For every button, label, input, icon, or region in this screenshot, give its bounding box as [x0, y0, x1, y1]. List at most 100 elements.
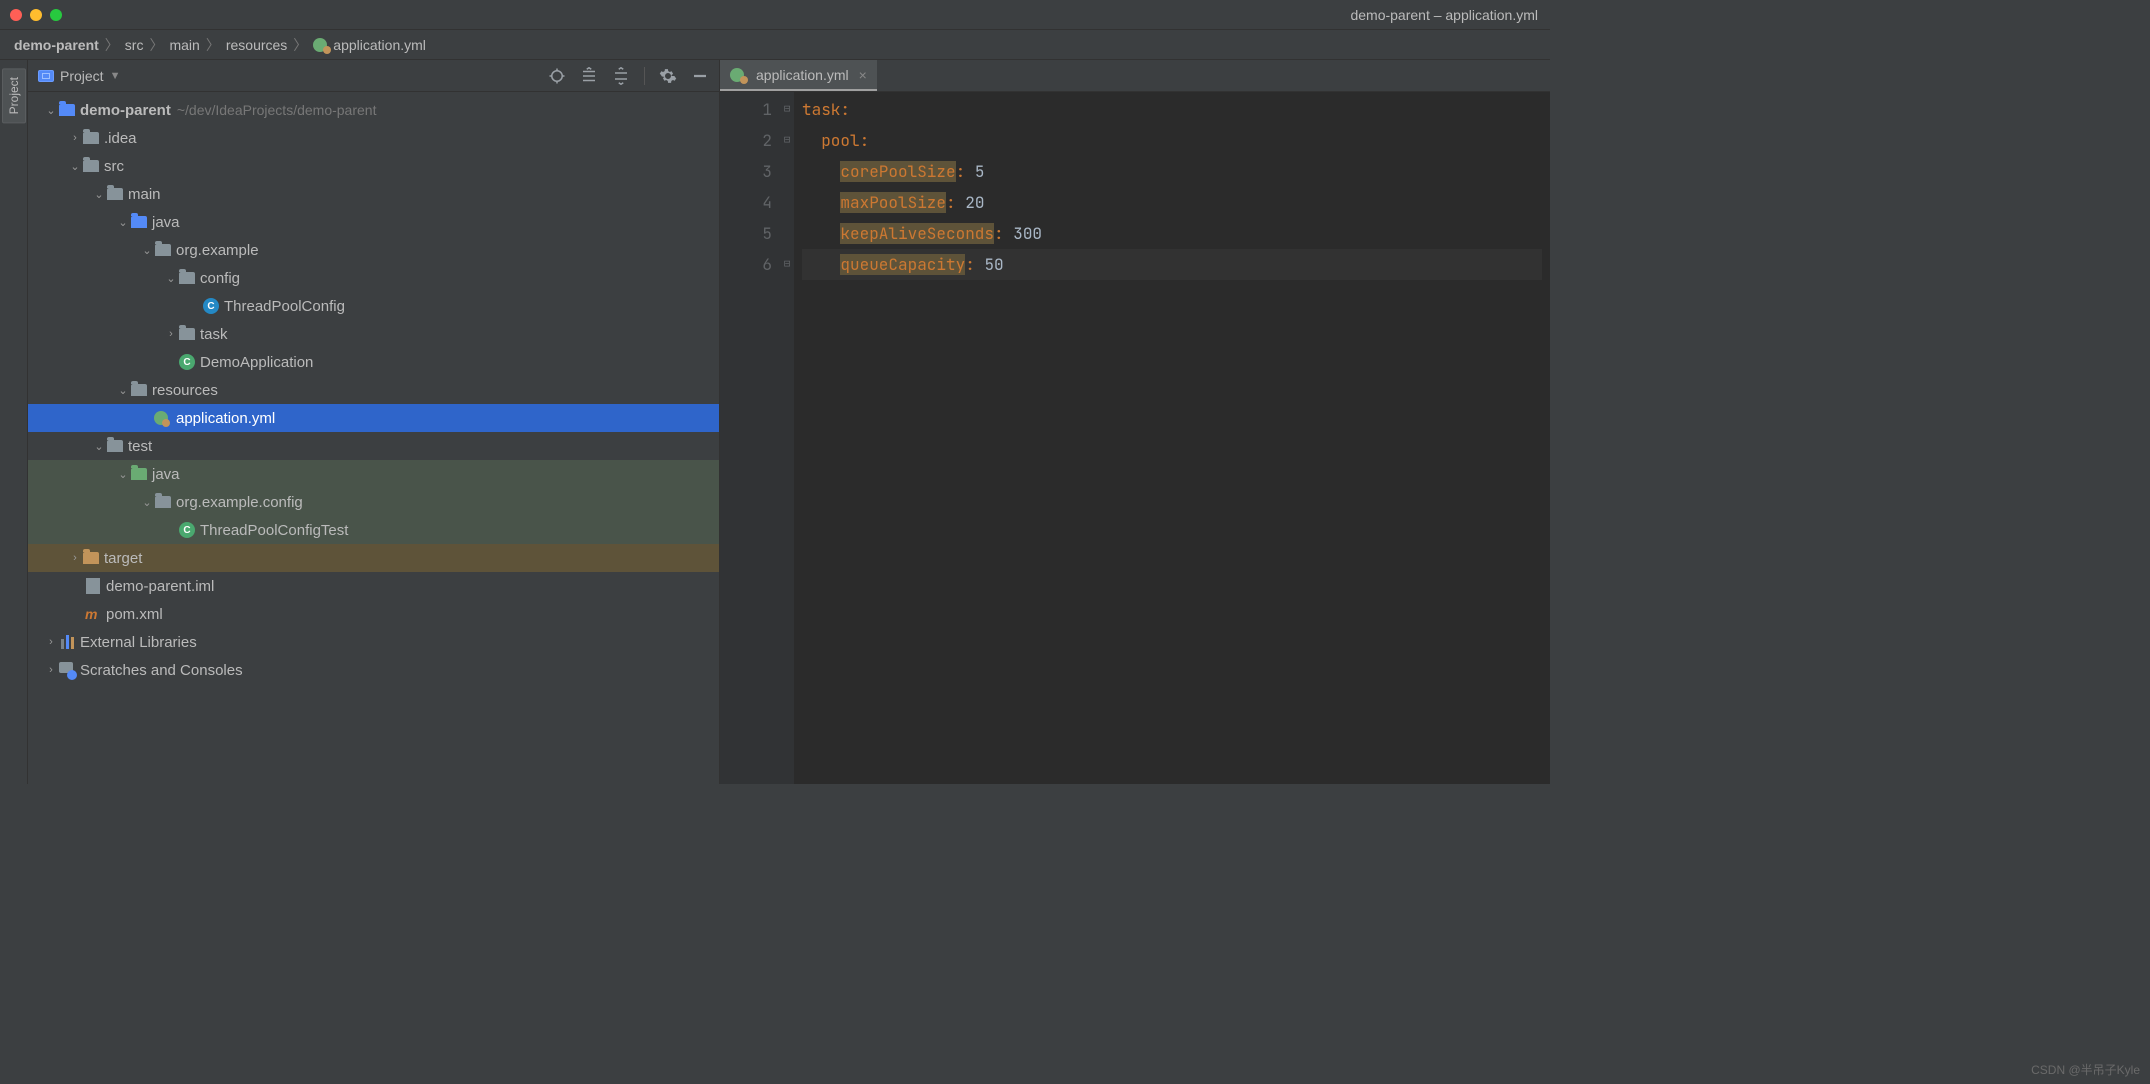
chevron-down-icon[interactable]: ⌄	[68, 160, 82, 173]
package-icon	[179, 272, 195, 284]
chevron-right-icon[interactable]: ›	[68, 552, 82, 564]
excluded-folder-icon	[83, 552, 99, 564]
collapse-all-icon[interactable]	[612, 67, 630, 85]
tree-label: pom.xml	[106, 606, 163, 623]
project-panel: Project ▼ ⌄ demo-parent ~/dev/IdeaProjec…	[28, 60, 720, 784]
chevron-down-icon[interactable]: ⌄	[164, 272, 178, 285]
chevron-down-icon[interactable]: ⌄	[116, 384, 130, 397]
tree-idea[interactable]: › .idea	[28, 124, 719, 152]
chevron-right-icon[interactable]: ›	[68, 132, 82, 144]
tree-label: demo-parent	[80, 102, 171, 119]
tree-label: main	[128, 186, 161, 203]
project-panel-header: Project ▼	[28, 60, 719, 92]
fold-icon[interactable]: ⊟	[780, 125, 794, 156]
tree-config-pkg[interactable]: ⌄ config	[28, 264, 719, 292]
expand-all-icon[interactable]	[580, 67, 598, 85]
project-tool-tab[interactable]: Project	[2, 68, 26, 123]
tree-label: config	[200, 270, 240, 287]
titlebar: demo-parent – application.yml	[0, 0, 1550, 30]
code-line: keepAliveSeconds: 300	[802, 218, 1542, 249]
tree-root[interactable]: ⌄ demo-parent ~/dev/IdeaProjects/demo-pa…	[28, 96, 719, 124]
maximize-window-icon[interactable]	[50, 9, 62, 21]
spring-class-icon: C	[179, 354, 195, 370]
tree-pom[interactable]: m pom.xml	[28, 600, 719, 628]
package-icon	[155, 244, 171, 256]
chevron-down-icon[interactable]: ⌄	[44, 104, 58, 117]
watermark: CSDN @半吊子Kyle	[2031, 1061, 2140, 1078]
tree-label: DemoApplication	[200, 354, 313, 371]
scratches-icon	[59, 662, 75, 678]
hide-icon[interactable]	[691, 67, 709, 85]
test-source-folder-icon	[131, 468, 147, 480]
module-icon	[59, 104, 75, 116]
tree-label: src	[104, 158, 124, 175]
tree-label: demo-parent.iml	[106, 578, 214, 595]
iml-file-icon	[86, 578, 100, 594]
chevron-down-icon[interactable]: ⌄	[92, 440, 106, 453]
breadcrumb-resources[interactable]: resources	[226, 37, 287, 53]
close-window-icon[interactable]	[10, 9, 22, 21]
breadcrumb-main[interactable]: main	[169, 37, 199, 53]
fold-end-icon[interactable]: ⊟	[780, 249, 794, 280]
breadcrumb-src[interactable]: src	[125, 37, 144, 53]
fold-icon[interactable]: ⊟	[780, 94, 794, 125]
tree-threadpool-class[interactable]: C ThreadPoolConfig	[28, 292, 719, 320]
close-tab-icon[interactable]: ×	[859, 67, 867, 83]
editor-tab-application-yml[interactable]: application.yml ×	[720, 60, 877, 91]
tree-iml[interactable]: demo-parent.iml	[28, 572, 719, 600]
tree-task-pkg[interactable]: › task	[28, 320, 719, 348]
dropdown-icon[interactable]: ▼	[110, 70, 121, 82]
editor-tab-bar: application.yml ×	[720, 60, 1550, 92]
test-class-icon: C	[179, 522, 195, 538]
tree-java[interactable]: ⌄ java	[28, 208, 719, 236]
tree-demoapp-class[interactable]: C DemoApplication	[28, 348, 719, 376]
tree-label: task	[200, 326, 228, 343]
tree-src[interactable]: ⌄ src	[28, 152, 719, 180]
code-line: pool:	[802, 125, 1542, 156]
chevron-right-icon: 〉	[105, 35, 119, 55]
breadcrumb-root[interactable]: demo-parent	[14, 37, 99, 53]
tree-target[interactable]: › target	[28, 544, 719, 572]
tree-test-class[interactable]: C ThreadPoolConfigTest	[28, 516, 719, 544]
breadcrumb: demo-parent 〉 src 〉 main 〉 resources 〉 a…	[0, 30, 1550, 60]
editor-body[interactable]: 1 2 3 4 5 6 ⊟ ⊟ ⊟ task: pool: corePoolSi…	[720, 92, 1550, 784]
tree-package[interactable]: ⌄ org.example	[28, 236, 719, 264]
editor-panel: application.yml × 1 2 3 4 5 6 ⊟ ⊟ ⊟	[720, 60, 1550, 784]
divider	[644, 67, 645, 85]
tree-label: java	[152, 214, 180, 231]
tree-scratches[interactable]: › Scratches and Consoles	[28, 656, 719, 684]
tree-external-libraries[interactable]: › External Libraries	[28, 628, 719, 656]
tree-label: test	[128, 438, 152, 455]
resources-folder-icon	[131, 384, 147, 396]
tree-test[interactable]: ⌄ test	[28, 432, 719, 460]
tree-resources[interactable]: ⌄ resources	[28, 376, 719, 404]
yaml-file-icon	[313, 37, 329, 53]
chevron-down-icon[interactable]: ⌄	[116, 468, 130, 481]
gear-icon[interactable]	[659, 67, 677, 85]
tree-main[interactable]: ⌄ main	[28, 180, 719, 208]
chevron-down-icon[interactable]: ⌄	[116, 216, 130, 229]
code-area[interactable]: task: pool: corePoolSize: 5 maxPoolSize:…	[794, 92, 1550, 784]
tree-application-yml[interactable]: application.yml	[28, 404, 719, 432]
line-number: 4	[720, 187, 772, 218]
fold-gutter: ⊟ ⊟ ⊟	[780, 92, 794, 784]
locate-icon[interactable]	[548, 67, 566, 85]
chevron-down-icon[interactable]: ⌄	[140, 244, 154, 257]
breadcrumb-file[interactable]: application.yml	[313, 37, 426, 53]
tree-label: org.example.config	[176, 494, 303, 511]
chevron-down-icon[interactable]: ⌄	[92, 188, 106, 201]
tree-test-package[interactable]: ⌄ org.example.config	[28, 488, 719, 516]
folder-icon	[107, 188, 123, 200]
chevron-right-icon[interactable]: ›	[44, 636, 58, 648]
chevron-down-icon[interactable]: ⌄	[140, 496, 154, 509]
minimize-window-icon[interactable]	[30, 9, 42, 21]
code-line: queueCapacity: 50	[802, 249, 1542, 280]
project-tree[interactable]: ⌄ demo-parent ~/dev/IdeaProjects/demo-pa…	[28, 92, 719, 784]
tree-test-java[interactable]: ⌄ java	[28, 460, 719, 488]
window-title: demo-parent – application.yml	[1350, 7, 1538, 23]
project-view-icon	[38, 70, 54, 82]
chevron-right-icon[interactable]: ›	[44, 664, 58, 676]
chevron-right-icon: 〉	[206, 35, 220, 55]
tree-label: target	[104, 550, 142, 567]
chevron-right-icon[interactable]: ›	[164, 328, 178, 340]
